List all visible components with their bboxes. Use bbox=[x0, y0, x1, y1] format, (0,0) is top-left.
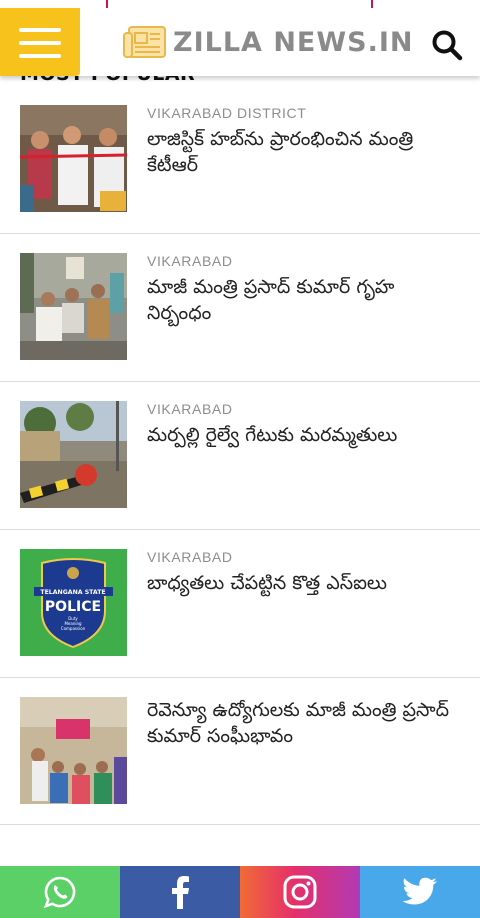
twitter-share-button[interactable] bbox=[360, 866, 480, 918]
divider-mark bbox=[106, 0, 108, 8]
divider-mark bbox=[371, 0, 373, 8]
twitter-icon bbox=[402, 877, 437, 905]
badge-line-5: Compassion bbox=[61, 626, 86, 631]
menu-bar bbox=[19, 28, 61, 32]
site-logo[interactable]: ZILLA NEWS.IN bbox=[123, 22, 414, 62]
top-strip bbox=[0, 0, 480, 8]
article-list: VIKARABAD DISTRICT లాజిస్టిక్ హబ్‌ను ప్ర… bbox=[0, 86, 480, 825]
list-item[interactable]: VIKARABAD మాజీ మంత్రి ప్రసాద్ కుమార్ గృహ… bbox=[0, 234, 480, 382]
menu-bar bbox=[19, 54, 61, 58]
article-thumbnail[interactable] bbox=[20, 401, 127, 508]
article-category: VIKARABAD bbox=[147, 253, 233, 269]
whatsapp-icon bbox=[43, 876, 76, 909]
list-item[interactable]: రెవెన్యూ ఉద్యోగులకు మాజీ మంత్రి ప్రసాద్ … bbox=[0, 678, 480, 825]
article-title[interactable]: మర్పల్లి రైల్వే గేటుకు మరమ్మతులు bbox=[147, 422, 457, 448]
article-title[interactable]: రెవెన్యూ ఉద్యోగులకు మాజీ మంత్రి ప్రసాద్ … bbox=[147, 697, 457, 749]
badge-line-2: POLICE bbox=[45, 599, 101, 615]
list-item[interactable]: TELANGANA STATE POLICE Duty Meaning Comp… bbox=[0, 530, 480, 678]
facebook-icon bbox=[172, 876, 189, 909]
list-item[interactable]: VIKARABAD మర్పల్లి రైల్వే గేటుకు మరమ్మతు… bbox=[0, 382, 480, 530]
facebook-share-button[interactable] bbox=[120, 866, 240, 918]
article-thumbnail[interactable] bbox=[20, 697, 127, 804]
newspaper-icon bbox=[123, 26, 166, 58]
article-title[interactable]: మాజీ మంత్రి ప్రసాద్ కుమార్ గృహ నిర్బంధం bbox=[147, 274, 457, 326]
search-icon[interactable] bbox=[430, 28, 464, 62]
instagram-share-button[interactable] bbox=[240, 866, 360, 918]
article-thumbnail[interactable] bbox=[20, 253, 127, 360]
article-category: VIKARABAD DISTRICT bbox=[147, 105, 307, 121]
whatsapp-share-button[interactable] bbox=[0, 866, 120, 918]
article-thumbnail[interactable]: TELANGANA STATE POLICE Duty Meaning Comp… bbox=[20, 549, 127, 656]
article-thumbnail[interactable] bbox=[20, 105, 127, 212]
page: MOST POPULAR ZILLA NEWS.IN bbox=[0, 0, 480, 918]
list-item[interactable]: VIKARABAD DISTRICT లాజిస్టిక్ హబ్‌ను ప్ర… bbox=[0, 86, 480, 234]
badge-line-1: TELANGANA STATE bbox=[40, 589, 105, 596]
hamburger-menu-icon[interactable] bbox=[0, 8, 80, 76]
article-category: VIKARABAD bbox=[147, 549, 233, 565]
article-title[interactable]: బాధ్యతలు చేపట్టిన కొత్త ఎస్ఐలు bbox=[147, 570, 457, 596]
app-header: ZILLA NEWS.IN bbox=[0, 8, 480, 76]
logo-text: ZILLA NEWS.IN bbox=[173, 26, 414, 58]
article-title[interactable]: లాజిస్టిక్ హబ్‌ను ప్రారంభించిన మంత్రి కే… bbox=[147, 126, 457, 178]
article-category: VIKARABAD bbox=[147, 401, 233, 417]
menu-bar bbox=[19, 41, 61, 45]
instagram-icon bbox=[283, 875, 317, 909]
social-footer bbox=[0, 866, 480, 918]
